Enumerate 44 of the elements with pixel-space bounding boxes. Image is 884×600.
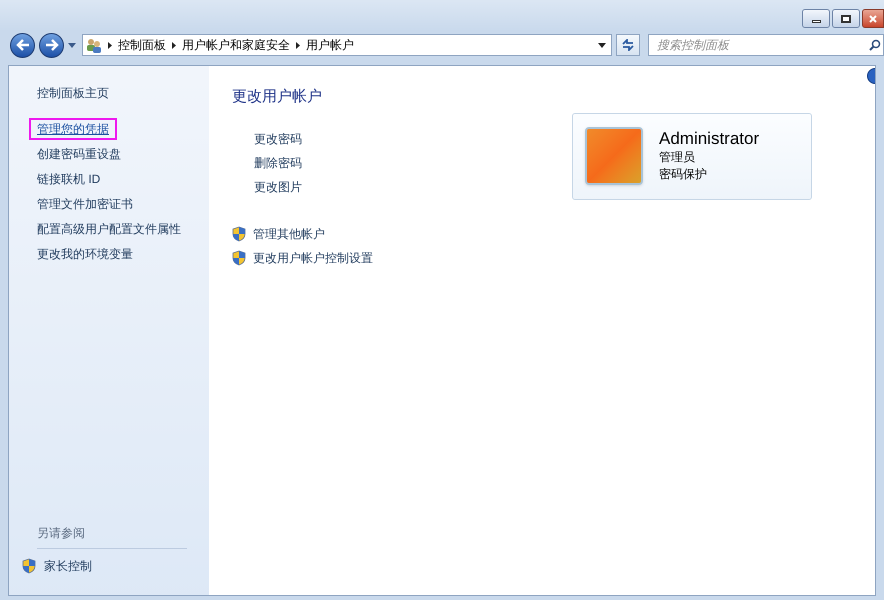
back-button[interactable] bbox=[10, 32, 35, 58]
breadcrumb[interactable]: 用户帐户和家庭安全 bbox=[182, 36, 290, 54]
minimize-button[interactable] bbox=[802, 9, 830, 28]
refresh-icon bbox=[621, 39, 635, 51]
sidebar-link[interactable]: 配置高级用户配置文件属性 bbox=[37, 220, 181, 238]
sidebar-link[interactable]: 链接联机 ID bbox=[37, 170, 100, 188]
forward-button[interactable] bbox=[39, 32, 64, 58]
back-arrow-icon bbox=[16, 39, 30, 51]
see-also-heading: 另请参阅 bbox=[37, 525, 86, 542]
task-link[interactable]: 删除密码 bbox=[254, 150, 572, 174]
task-link[interactable]: 更改用户帐户控制设置 bbox=[253, 248, 373, 266]
dropdown-caret-icon bbox=[68, 42, 76, 48]
search-field[interactable]: 搜索控制面板 bbox=[648, 34, 884, 56]
shield-icon bbox=[232, 250, 246, 266]
page-title: 更改用户帐户 bbox=[232, 87, 323, 107]
dropdown-caret-icon bbox=[598, 42, 606, 48]
close-icon bbox=[869, 14, 877, 22]
breadcrumb[interactable]: 用户帐户 bbox=[306, 36, 354, 54]
shield-icon bbox=[232, 226, 246, 242]
see-also-link[interactable]: 家长控制 bbox=[44, 557, 92, 575]
sidebar-link[interactable]: 更改我的环境变量 bbox=[37, 244, 133, 262]
shield-icon bbox=[22, 558, 36, 574]
maximize-button[interactable] bbox=[832, 9, 860, 28]
account-role: 管理员 bbox=[659, 149, 696, 166]
sidebar-link[interactable]: 管理您的凭据 bbox=[29, 118, 117, 140]
sidebar-link[interactable]: 管理文件加密证书 bbox=[37, 194, 133, 212]
account-status: 密码保护 bbox=[659, 166, 708, 183]
forward-arrow-icon bbox=[44, 39, 58, 51]
users-icon bbox=[86, 37, 102, 53]
address-bar[interactable]: 控制面板 用户帐户和家庭安全 用户帐户 bbox=[82, 34, 612, 56]
account-picture bbox=[585, 127, 643, 185]
search-icon bbox=[869, 39, 881, 51]
task-link[interactable]: 管理其他帐户 bbox=[253, 224, 325, 242]
chevron-right-icon bbox=[172, 42, 176, 48]
task-link[interactable]: 更改密码 bbox=[254, 126, 572, 150]
refresh-button[interactable] bbox=[616, 34, 640, 56]
sidebar-link[interactable]: 控制面板主页 bbox=[37, 84, 109, 102]
chevron-right-icon bbox=[108, 42, 112, 48]
chevron-right-icon bbox=[296, 42, 300, 48]
sidebar-link[interactable]: 创建密码重设盘 bbox=[37, 144, 121, 162]
task-link[interactable]: 更改图片 bbox=[254, 174, 572, 198]
breadcrumb[interactable]: 控制面板 bbox=[118, 36, 166, 54]
account-name: Administrator bbox=[659, 129, 760, 149]
close-button[interactable] bbox=[862, 9, 884, 28]
